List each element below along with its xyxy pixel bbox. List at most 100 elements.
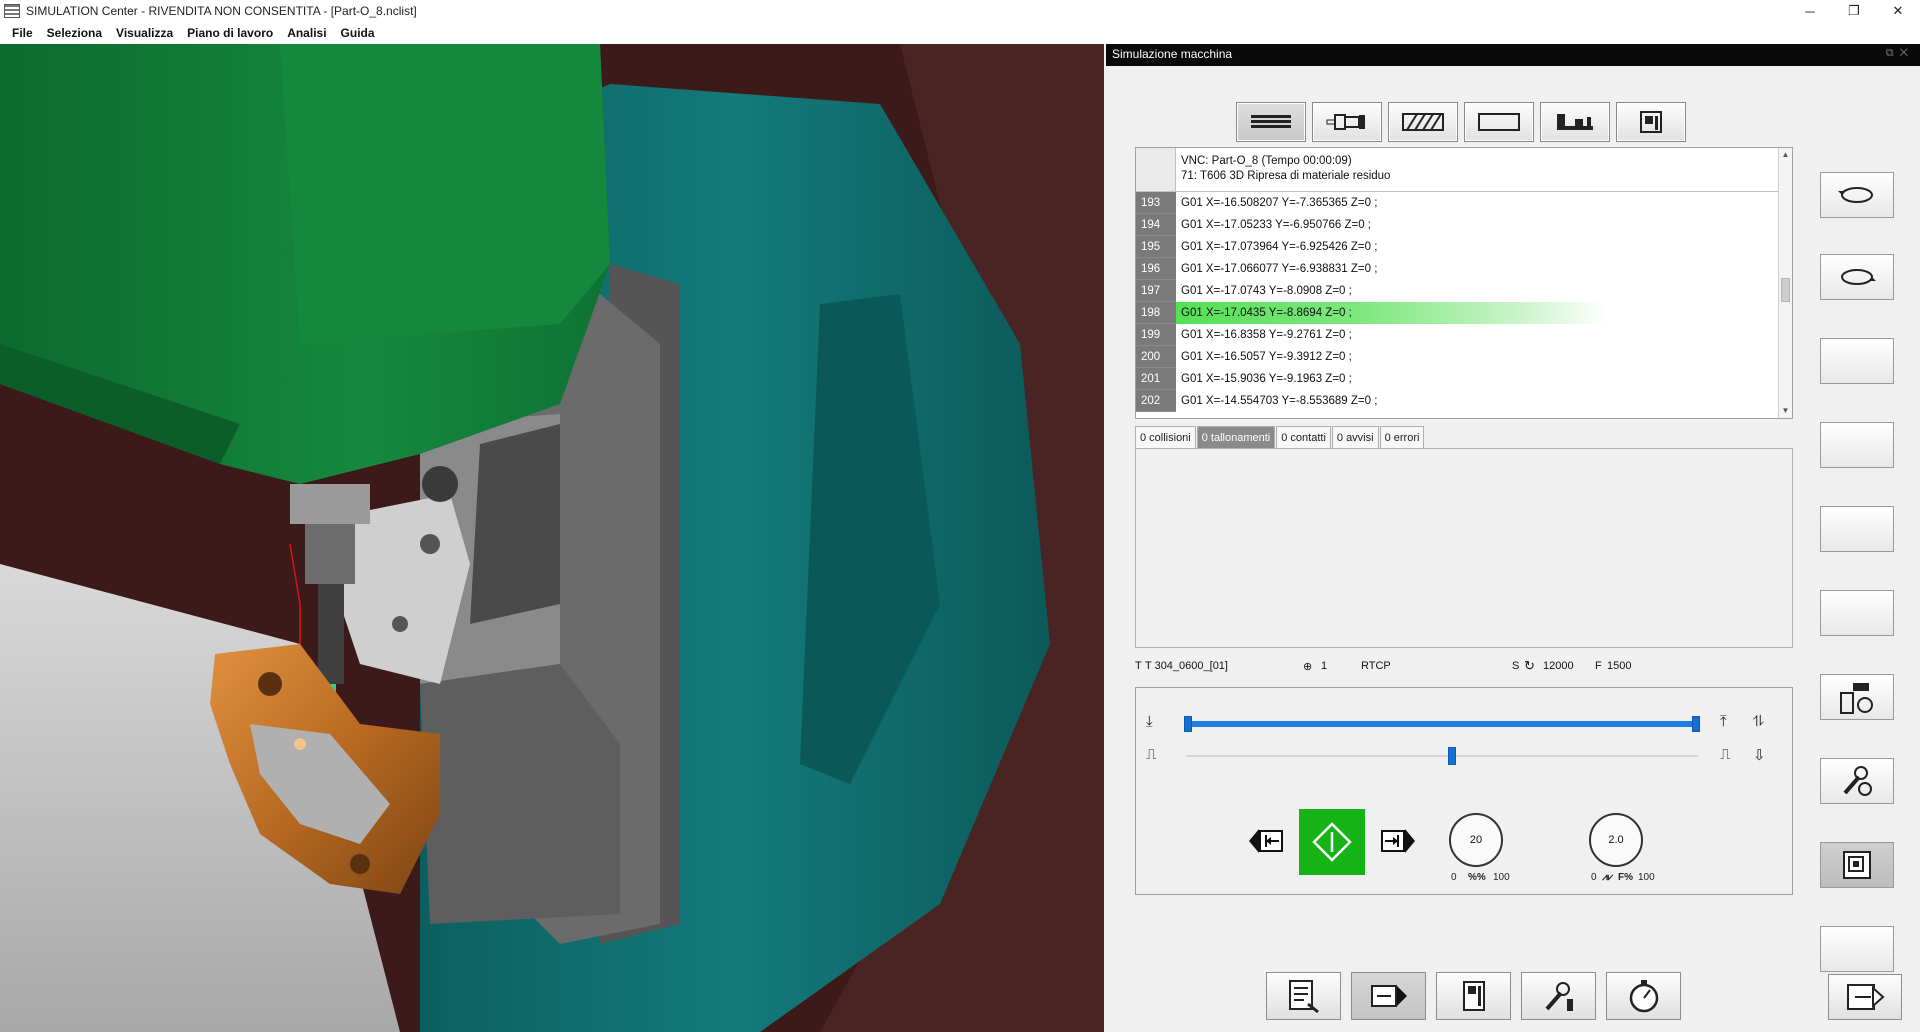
tab-avvisi[interactable]: 0 avvisi bbox=[1331, 426, 1379, 448]
speed-dial-value: 20 bbox=[1469, 834, 1483, 846]
menu-guida[interactable]: Guida bbox=[341, 26, 375, 40]
menu-piano-di-lavoro[interactable]: Piano di lavoro bbox=[187, 26, 273, 40]
rotate-reverse-button[interactable] bbox=[1820, 254, 1894, 300]
blank-view-button[interactable] bbox=[1464, 102, 1534, 142]
speed-dial-min: 0 bbox=[1451, 872, 1457, 883]
stock-view-button[interactable] bbox=[1388, 102, 1458, 142]
next-operation-button[interactable] bbox=[1351, 972, 1426, 1020]
go-to-end-icon[interactable]: ⤒ bbox=[1720, 713, 1727, 730]
app-icon bbox=[4, 4, 20, 18]
tool-settings-button[interactable] bbox=[1820, 758, 1894, 804]
range-start-handle[interactable] bbox=[1184, 716, 1192, 732]
panel-title: Simulazione macchina bbox=[1112, 47, 1233, 61]
tab-collisioni[interactable]: 0 collisioni bbox=[1135, 426, 1196, 448]
feed-dial[interactable]: 2.0 bbox=[1589, 813, 1643, 867]
code-line[interactable]: 197 G01 X=-17.0743 Y=-8.0908 Z=0 ; bbox=[1136, 280, 1792, 302]
position-slider[interactable] bbox=[1186, 747, 1698, 765]
program-range-slider[interactable] bbox=[1184, 716, 1700, 732]
nc-operation-info: 71: T606 3D Ripresa di materiale residuo bbox=[1181, 170, 1391, 182]
tab-tallonamenti[interactable]: 0 tallonamenti bbox=[1196, 426, 1276, 448]
line-number: 202 bbox=[1136, 390, 1176, 412]
control-panel-icon bbox=[1843, 851, 1871, 879]
menu-visualizza[interactable]: Visualizza bbox=[116, 26, 173, 40]
menu-file[interactable]: File bbox=[12, 26, 33, 40]
code-line[interactable]: 196 G01 X=-17.066077 Y=-6.938831 Z=0 ; bbox=[1136, 258, 1792, 280]
tool-view-button[interactable] bbox=[1312, 102, 1382, 142]
range-end-handle[interactable] bbox=[1692, 716, 1700, 732]
code-line[interactable]: 193 G01 X=-16.508207 Y=-7.365365 Z=0 ; bbox=[1136, 192, 1792, 214]
side-blank-button-2[interactable] bbox=[1820, 422, 1894, 468]
view-toolbar bbox=[1236, 102, 1686, 142]
tool-setup-icon bbox=[1544, 982, 1573, 1011]
side-blank-button-3[interactable] bbox=[1820, 506, 1894, 552]
3d-viewport[interactable] bbox=[0, 44, 1104, 1032]
maximize-button[interactable]: ❐ bbox=[1832, 0, 1876, 22]
machine-view-button[interactable] bbox=[1540, 102, 1610, 142]
bottom-toolbar bbox=[1266, 972, 1681, 1020]
exit-simulation-button[interactable] bbox=[1828, 974, 1902, 1020]
panel-header: Simulazione macchina ⧉✕ bbox=[1106, 44, 1920, 66]
controller-button[interactable] bbox=[1436, 972, 1511, 1020]
report-icon bbox=[1288, 980, 1319, 1014]
panel-header-icons: ⧉✕ bbox=[1885, 47, 1914, 59]
report-button[interactable] bbox=[1266, 972, 1341, 1020]
code-line[interactable]: 194 G01 X=-17.05233 Y=-6.950766 Z=0 ; bbox=[1136, 214, 1792, 236]
scroll-thumb[interactable] bbox=[1781, 278, 1790, 302]
position-thumb[interactable] bbox=[1448, 747, 1456, 765]
line-number: 193 bbox=[1136, 192, 1176, 214]
close-button[interactable]: ✕ bbox=[1876, 0, 1920, 22]
step-next-button[interactable] bbox=[1375, 826, 1415, 856]
side-blank-button-5[interactable] bbox=[1820, 926, 1894, 972]
blank-view-icon bbox=[1478, 113, 1520, 131]
menu-seleziona[interactable]: Seleziona bbox=[47, 26, 102, 40]
minimize-button[interactable]: ─ bbox=[1788, 0, 1832, 22]
nc-code-list[interactable]: VNC: Part-O_8 (Tempo 00:00:09) 71: T606 … bbox=[1135, 147, 1793, 419]
side-blank-button-1[interactable] bbox=[1820, 338, 1894, 384]
step-previous-icon bbox=[1249, 829, 1283, 853]
control-view-button[interactable] bbox=[1616, 102, 1686, 142]
scroll-up-icon[interactable]: ▲ bbox=[1779, 148, 1792, 162]
tab-contatti[interactable]: 0 contatti bbox=[1276, 426, 1331, 448]
spindle-label: S bbox=[1512, 660, 1520, 672]
simulation-controls: ⤓ ⤒ ⥮ ⎍ ⎍ ⇩ 20 0 %% 100 2.0 0 ⩘⩗ F% 100 bbox=[1135, 687, 1793, 895]
play-button[interactable] bbox=[1299, 809, 1365, 875]
tab-errori[interactable]: 0 errori bbox=[1379, 426, 1425, 448]
speed-dial-label: %% bbox=[1468, 872, 1486, 883]
time-analysis-button[interactable] bbox=[1606, 972, 1681, 1020]
menu-analisi[interactable]: Analisi bbox=[287, 26, 326, 40]
line-code: G01 X=-15.9036 Y=-9.1963 Z=0 ; bbox=[1181, 373, 1352, 385]
line-number: 201 bbox=[1136, 368, 1176, 390]
code-line[interactable]: 199 G01 X=-16.8358 Y=-9.2761 Z=0 ; bbox=[1136, 324, 1792, 346]
machine-settings-icon bbox=[1840, 683, 1873, 714]
feed-dial-label: F% bbox=[1618, 872, 1633, 883]
code-line-current[interactable]: 198 G01 X=-17.0435 Y=-8.8694 Z=0 ; bbox=[1136, 302, 1792, 324]
step-previous-button[interactable] bbox=[1249, 826, 1289, 856]
feed-value: 1500 bbox=[1607, 660, 1632, 672]
code-line[interactable]: 195 G01 X=-17.073964 Y=-6.925426 Z=0 ; bbox=[1136, 236, 1792, 258]
code-scrollbar[interactable]: ▲ ▼ bbox=[1778, 148, 1792, 418]
control-panel-button[interactable] bbox=[1820, 842, 1894, 888]
code-line[interactable]: 200 G01 X=-16.5057 Y=-9.3912 Z=0 ; bbox=[1136, 346, 1792, 368]
feed-dial-icon: ⩘⩗ bbox=[1602, 872, 1614, 883]
jump-icon[interactable]: ⇩ bbox=[1753, 746, 1766, 764]
tool-holder bbox=[290, 484, 370, 524]
machine-settings-button[interactable] bbox=[1820, 674, 1894, 720]
step-back-icon[interactable]: ⎍ bbox=[1146, 746, 1157, 763]
step-forward-icon[interactable]: ⎍ bbox=[1720, 746, 1731, 763]
scroll-down-icon[interactable]: ▼ bbox=[1779, 404, 1792, 418]
code-line[interactable]: 202 G01 X=-14.554703 Y=-8.553689 Z=0 ; bbox=[1136, 390, 1792, 412]
code-line[interactable]: 201 G01 X=-15.9036 Y=-9.1963 Z=0 ; bbox=[1136, 368, 1792, 390]
message-tabs: 0 collisioni 0 tallonamenti 0 contatti 0… bbox=[1135, 426, 1425, 448]
controller-icon bbox=[1462, 981, 1485, 1011]
tool-setup-button[interactable] bbox=[1521, 972, 1596, 1020]
message-area bbox=[1135, 448, 1793, 648]
set-range-icon[interactable]: ⥮ bbox=[1753, 713, 1764, 730]
nc-list-button[interactable] bbox=[1236, 102, 1306, 142]
go-to-start-icon[interactable]: ⤓ bbox=[1146, 713, 1153, 730]
line-code: G01 X=-17.073964 Y=-6.925426 Z=0 ; bbox=[1181, 241, 1378, 253]
exit-icon bbox=[1847, 984, 1885, 1010]
status-line: T T 304_0600_[01] ⊕ 1 RTCP S ↻ 12000 F 1… bbox=[1135, 656, 1793, 678]
side-blank-button-4[interactable] bbox=[1820, 590, 1894, 636]
speed-dial[interactable]: 20 bbox=[1449, 813, 1503, 867]
rotate-view-button[interactable] bbox=[1820, 172, 1894, 218]
